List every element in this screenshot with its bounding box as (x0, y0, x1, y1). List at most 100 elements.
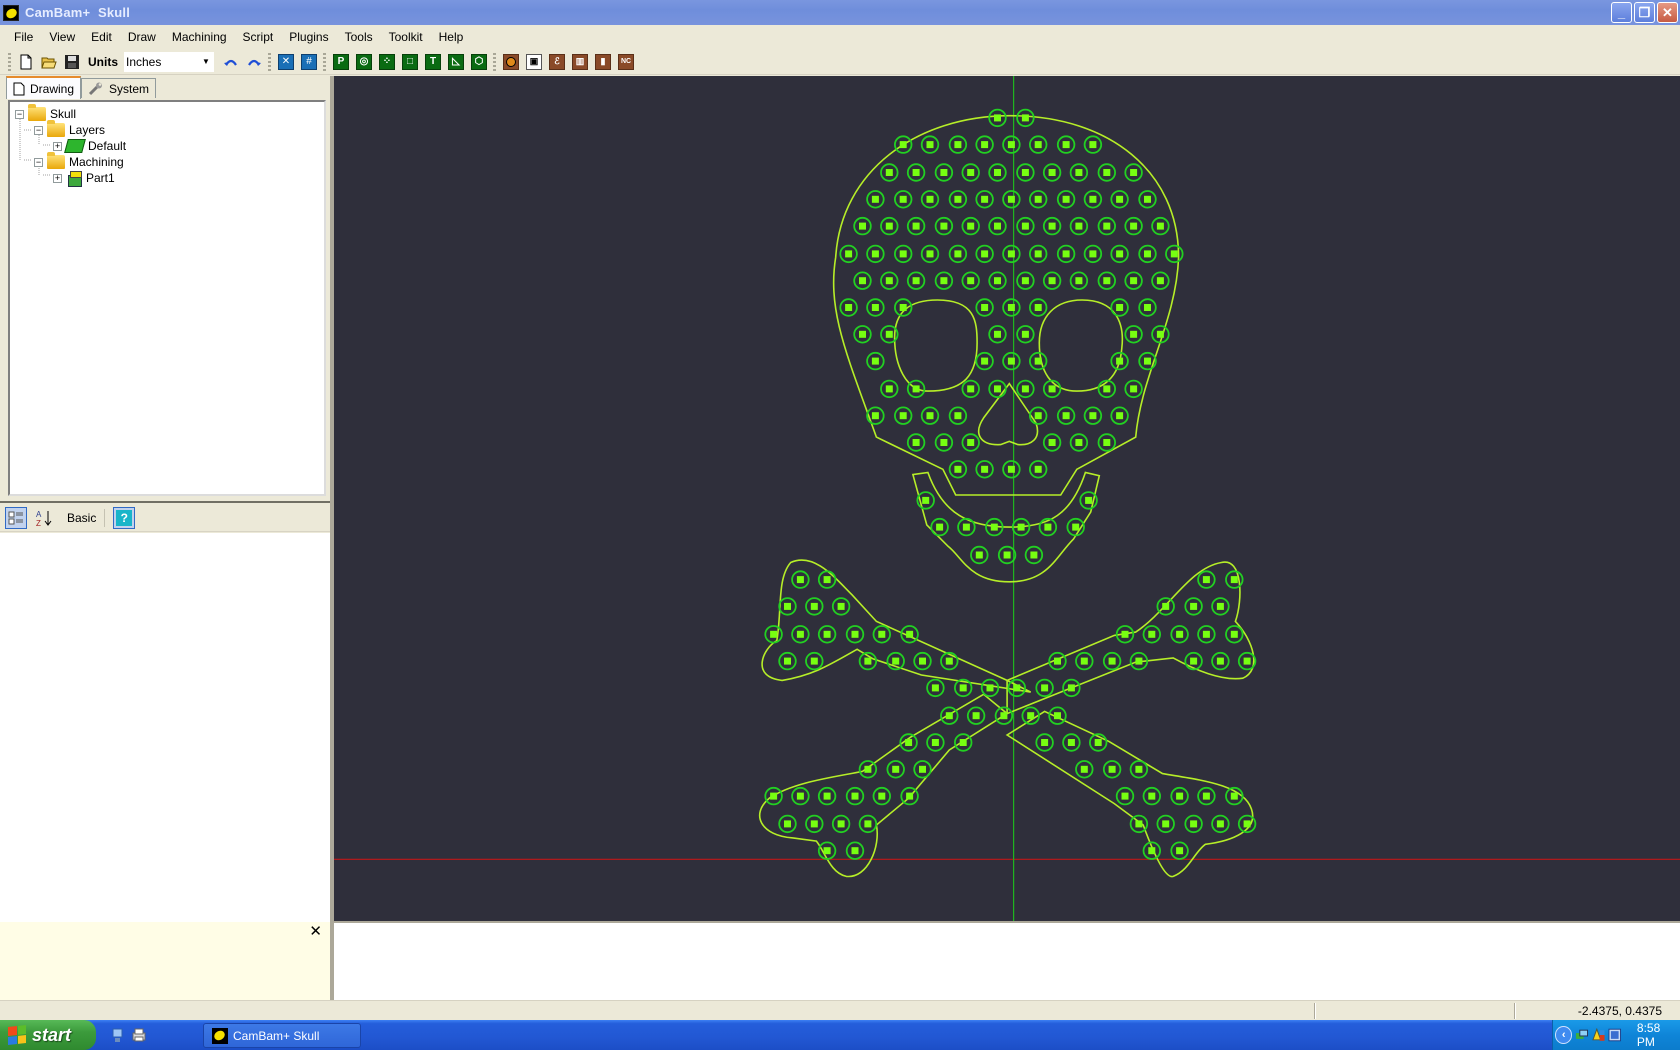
drill-hole[interactable] (831, 597, 851, 616)
drill-hole[interactable] (988, 216, 1007, 236)
drill-hole[interactable] (805, 597, 824, 616)
drill-hole[interactable] (1069, 271, 1089, 290)
drill-hole[interactable] (1062, 678, 1081, 698)
drill-hole[interactable] (1124, 163, 1143, 182)
draw-circle-button[interactable]: ◎ (353, 51, 375, 73)
categorized-button[interactable] (5, 506, 27, 529)
drill-hole[interactable] (930, 517, 949, 537)
drill-hole[interactable] (948, 460, 968, 479)
drill-hole[interactable] (1042, 163, 1062, 182)
drill-hole[interactable] (961, 163, 980, 182)
drill-hole[interactable] (886, 760, 905, 779)
drill-hole[interactable] (1016, 108, 1035, 128)
drill-hole[interactable] (988, 379, 1007, 399)
tab-system[interactable]: System (81, 78, 157, 98)
drill-hole[interactable] (894, 406, 913, 425)
drill-hole[interactable] (880, 216, 899, 236)
drill-hole[interactable] (1142, 786, 1162, 806)
drill-hole[interactable] (940, 706, 959, 725)
drill-hole[interactable] (975, 298, 994, 317)
drill-hole[interactable] (845, 786, 865, 806)
drill-hole[interactable] (906, 379, 926, 399)
draw-arc-button[interactable]: ◺ (445, 51, 467, 73)
drill-hole[interactable] (1029, 351, 1048, 371)
drill-hole[interactable] (839, 298, 858, 317)
drill-hole[interactable] (1042, 379, 1062, 399)
toolbar-grip[interactable] (8, 52, 11, 71)
drill-hole[interactable] (1170, 786, 1189, 806)
menu-script[interactable]: Script (235, 27, 282, 47)
drill-hole[interactable] (1079, 491, 1098, 510)
drill-hole[interactable] (880, 271, 899, 290)
drill-hole[interactable] (853, 271, 872, 290)
drill-hole[interactable] (1110, 298, 1129, 317)
drill-hole[interactable] (994, 706, 1014, 725)
draw-text-button[interactable]: T (422, 51, 444, 73)
drill-hole[interactable] (906, 271, 926, 290)
drill-hole[interactable] (1042, 271, 1062, 290)
printer-icon[interactable] (131, 1027, 147, 1043)
drill-hole[interactable] (1029, 298, 1048, 317)
start-button[interactable]: start (0, 1020, 96, 1050)
drill-hole[interactable] (1002, 190, 1021, 209)
drill-hole[interactable] (1156, 597, 1175, 616)
drill-hole[interactable] (926, 678, 945, 698)
menu-edit[interactable]: Edit (83, 27, 120, 47)
show-desktop-icon[interactable] (110, 1027, 126, 1043)
drill-hole[interactable] (920, 244, 940, 264)
drill-hole[interactable] (1225, 570, 1244, 589)
drill-hole[interactable] (1237, 651, 1257, 671)
tree-node-skull[interactable]: − Skull (10, 104, 324, 122)
minimize-button[interactable]: _ (1611, 2, 1632, 23)
drill-hole[interactable] (988, 271, 1007, 290)
drill-hole[interactable] (1197, 786, 1216, 806)
drill-hole[interactable] (1069, 433, 1089, 452)
drill-hole[interactable] (975, 351, 994, 371)
drill-hole[interactable] (1165, 244, 1184, 264)
drill-hole[interactable] (1062, 733, 1081, 752)
drill-hole[interactable] (1002, 135, 1021, 154)
drill-hole[interactable] (1035, 733, 1054, 752)
drill-hole[interactable] (872, 786, 892, 806)
drill-hole[interactable] (1002, 351, 1021, 371)
drill-hole[interactable] (817, 570, 837, 589)
drill-hole[interactable] (778, 597, 797, 616)
drill-hole[interactable] (1083, 190, 1103, 209)
drill-hole[interactable] (805, 651, 824, 671)
drill-hole[interactable] (1097, 271, 1117, 290)
op-drill-button[interactable] (500, 51, 522, 73)
draw-polyline-button[interactable]: P (330, 51, 352, 73)
op-profile-button[interactable]: ▣ (523, 51, 545, 73)
drill-hole[interactable] (1056, 190, 1076, 209)
drill-hole[interactable] (920, 406, 940, 425)
security-alert-icon[interactable] (1592, 1028, 1606, 1042)
open-file-button[interactable] (38, 51, 60, 73)
help-button[interactable]: ? (113, 506, 136, 529)
drill-hole[interactable] (1002, 298, 1021, 317)
op-nc-file-button[interactable]: NC (615, 51, 637, 73)
drill-hole[interactable] (866, 351, 885, 371)
drill-hole[interactable] (858, 814, 878, 834)
cambam-app-icon[interactable] (3, 4, 19, 21)
collapse-icon[interactable]: − (15, 109, 24, 119)
drill-hole[interactable] (1042, 216, 1062, 236)
right-eye-outline[interactable] (1038, 299, 1124, 392)
draw-rectangle-button[interactable]: □ (399, 51, 421, 73)
op-pocket-button[interactable]: ℰ (546, 51, 568, 73)
drill-hole[interactable] (872, 625, 892, 644)
drill-hole[interactable] (894, 135, 913, 154)
drill-hole[interactable] (764, 625, 783, 644)
chevron-down-icon[interactable]: ▼ (200, 52, 212, 72)
restore-button[interactable]: ❐ (1634, 2, 1655, 23)
show-hidden-icons-button[interactable]: ‹ (1555, 1026, 1573, 1044)
drill-hole[interactable] (778, 651, 797, 671)
drill-hole[interactable] (791, 570, 810, 589)
drill-hole[interactable] (900, 786, 919, 806)
drill-hole[interactable] (975, 190, 994, 209)
drill-hole[interactable] (1042, 433, 1062, 452)
drill-hole[interactable] (1029, 406, 1048, 425)
toolbar-grip[interactable] (323, 52, 326, 71)
drill-hole[interactable] (1016, 163, 1035, 182)
drill-hole[interactable] (791, 786, 810, 806)
basic-mode-button[interactable]: Basic (67, 511, 96, 525)
